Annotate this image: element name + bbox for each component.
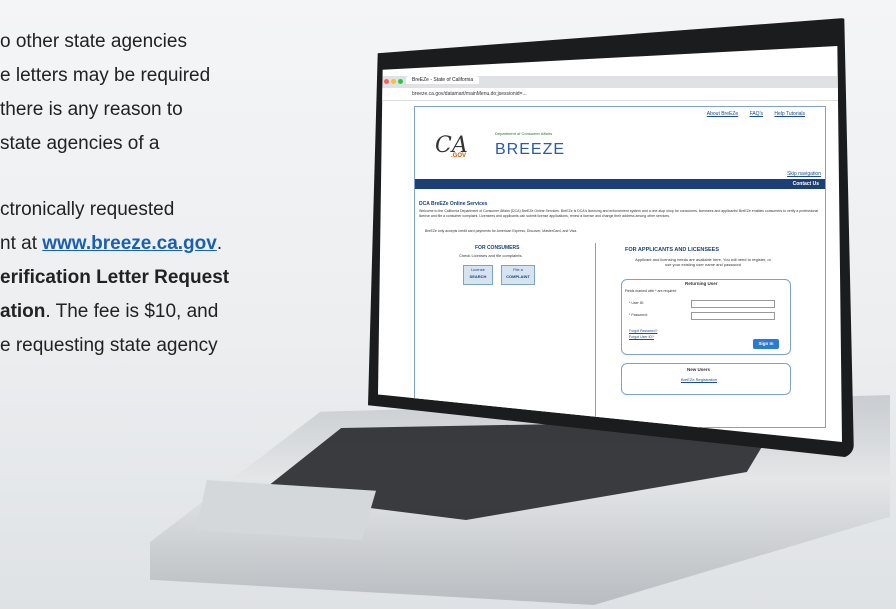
sign-in-button[interactable]: Sign In xyxy=(753,339,779,349)
password-input[interactable] xyxy=(691,312,775,320)
browser-window: BreEZe - State of California breeze.ca.g… xyxy=(378,46,842,442)
skip-navigation-link[interactable]: Skip navigation xyxy=(787,171,821,177)
section-divider xyxy=(595,243,596,423)
consumers-title: FOR CONSUMERS xyxy=(475,245,520,251)
nav-link-about[interactable]: About BreEZe xyxy=(707,111,738,117)
text-line-with-link: nt at www.breeze.ca.gov. xyxy=(0,230,222,257)
button-label: SEARCH xyxy=(469,274,487,279)
nav-link-help-tutorials[interactable]: Help Tutorials xyxy=(774,111,805,117)
minimize-window-icon[interactable] xyxy=(391,79,396,84)
forgot-user-id-link[interactable]: Forgot User ID? xyxy=(629,335,654,339)
button-label: License xyxy=(471,267,485,272)
text-line: there is any reason to xyxy=(0,99,183,120)
forgot-password-link[interactable]: Forgot Password? xyxy=(629,329,657,333)
new-users-title: New Users xyxy=(687,367,711,372)
nav-link-faqs[interactable]: FAQ's xyxy=(750,111,763,117)
required-fields-note: Fields marked with * are required xyxy=(625,289,677,293)
button-label: File a xyxy=(513,267,523,272)
maximize-window-icon[interactable] xyxy=(398,79,403,84)
text-line: state agencies of a xyxy=(0,133,160,154)
text-line: ctronically requested xyxy=(0,199,175,220)
consumers-subtitle: Check Licenses and file complaints. xyxy=(459,253,523,258)
contact-us-link[interactable]: Contact Us xyxy=(793,181,819,187)
registration-link[interactable]: BreEZe Registration xyxy=(681,377,717,382)
breeze-page: About BreEZe FAQ's Help Tutorials CA .GO… xyxy=(414,106,826,428)
applicants-subtitle: Applicant and licensing needs are availa… xyxy=(635,257,771,267)
license-search-button[interactable]: License SEARCH xyxy=(463,265,493,285)
text-fragment: nt at xyxy=(0,233,43,254)
text-line: e letters may be required xyxy=(0,65,211,86)
text-fragment-bold: ation xyxy=(0,301,46,322)
file-complaint-button[interactable]: File a COMPLAINT xyxy=(501,265,535,285)
close-window-icon[interactable] xyxy=(384,79,389,84)
text-fragment: . The fee is $10, and xyxy=(45,301,219,322)
returning-user-title: Returning User xyxy=(685,281,718,286)
ca-gov-logo-suffix: .GOV xyxy=(451,153,467,159)
user-id-input[interactable] xyxy=(691,300,775,308)
text-fragment: . xyxy=(216,233,223,254)
breeze-website-link[interactable]: www.breeze.ca.gov xyxy=(42,233,217,254)
text-line: e requesting state agency xyxy=(0,335,218,356)
user-id-label: * User ID: xyxy=(629,301,645,305)
welcome-text: Welcome to the California Department of … xyxy=(419,209,819,218)
applicants-title: FOR APPLICANTS AND LICENSEES xyxy=(625,247,720,253)
browser-tab[interactable]: BreEZe - State of California xyxy=(406,76,480,84)
text-line: o other state agencies xyxy=(0,31,187,52)
password-label: * Password: xyxy=(629,313,648,317)
online-services-title: DCA BreEZe Online Services xyxy=(419,201,488,207)
header-bar xyxy=(415,179,825,189)
payment-note: BreEZe only accepts credit card payments… xyxy=(425,229,578,233)
text-line-mixed: ation. The fee is $10, and xyxy=(0,298,218,325)
button-label: COMPLAINT xyxy=(506,274,530,279)
laptop-screen: BreEZe - State of California breeze.ca.g… xyxy=(378,46,842,442)
top-navigation: About BreEZe FAQ's Help Tutorials xyxy=(697,111,805,117)
breeze-logo[interactable]: BREEZE xyxy=(495,141,565,159)
text-line-bold: erification Letter Request xyxy=(0,267,230,288)
url-text[interactable]: breeze.ca.gov/datamart/mainMenu.do;jsess… xyxy=(412,91,527,97)
dca-label: Department of Consumer Affairs xyxy=(495,131,553,136)
